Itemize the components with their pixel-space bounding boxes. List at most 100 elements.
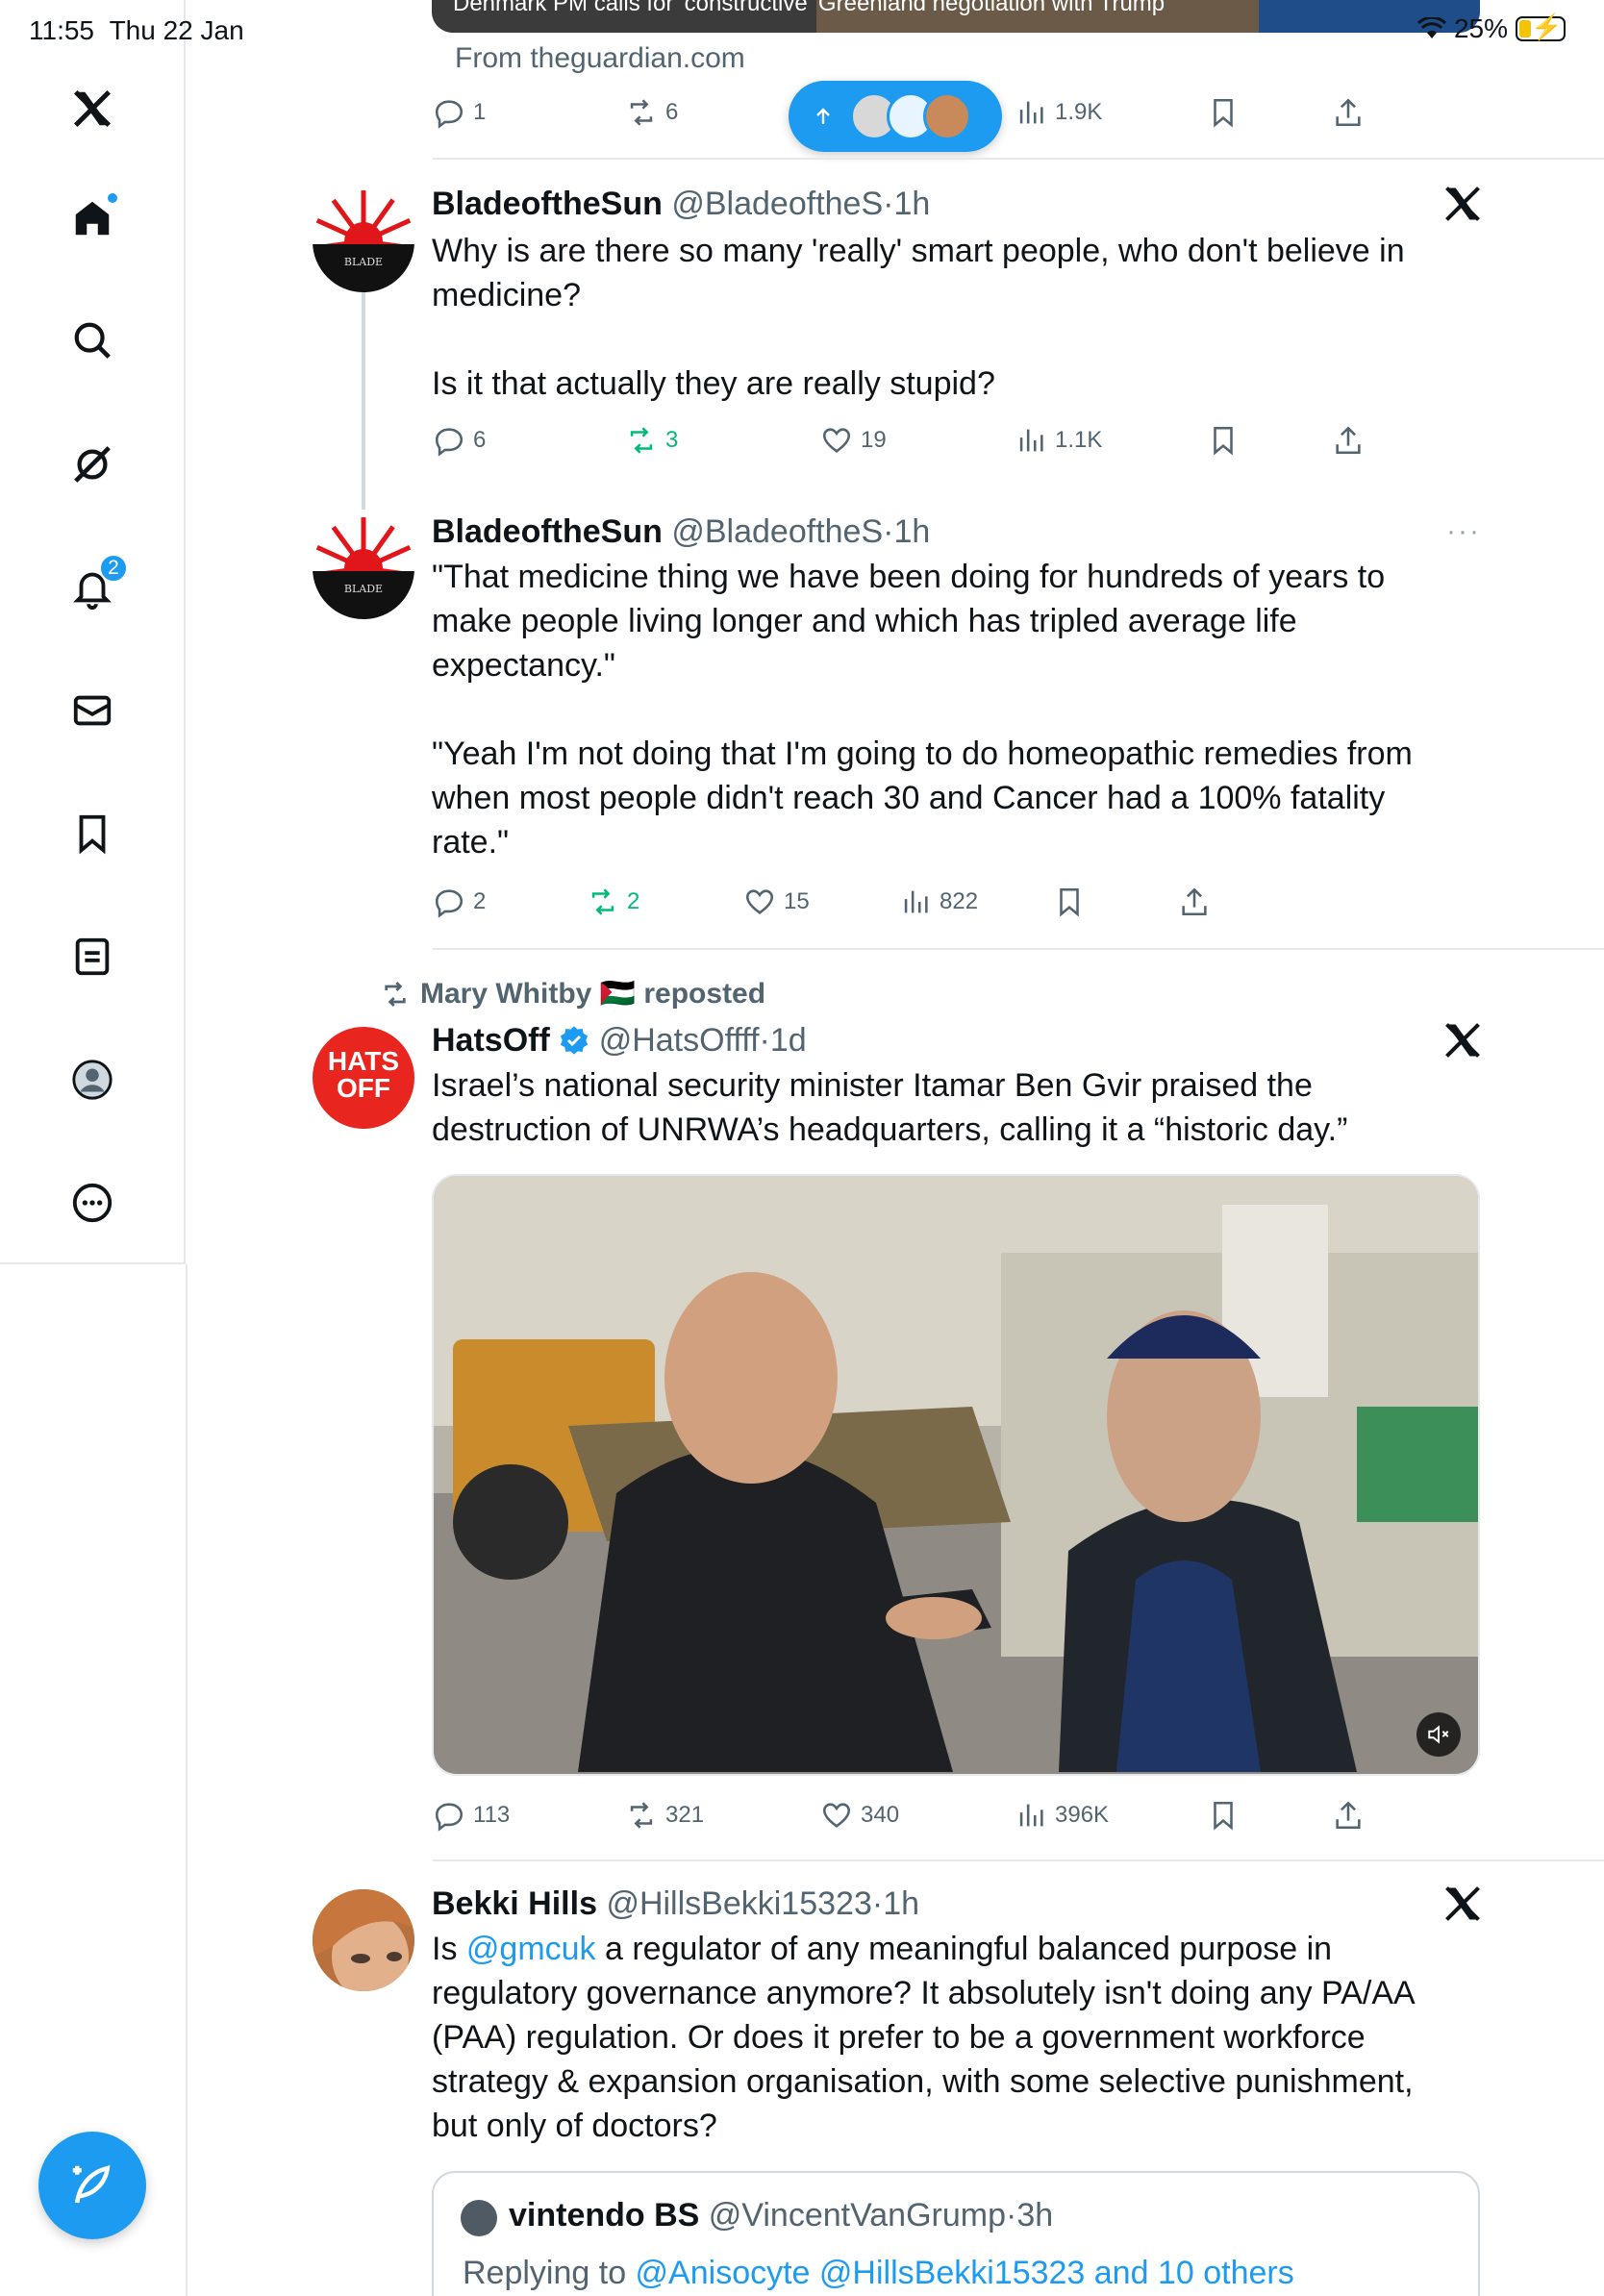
share-button[interactable] (1178, 878, 1211, 926)
views-icon (1019, 101, 1043, 124)
timestamp[interactable]: 1h (893, 186, 930, 222)
timestamp[interactable]: 1h (893, 513, 930, 550)
reply-count: 113 (473, 1802, 511, 1828)
share-icon (1336, 98, 1361, 127)
profile-icon[interactable] (54, 1041, 131, 1118)
avatar[interactable]: BLADE (313, 190, 414, 292)
handle[interactable]: @BladeoftheS (671, 513, 883, 550)
video-player[interactable] (432, 1174, 1480, 1776)
heart-icon (745, 889, 774, 914)
repost-button[interactable]: 2 (587, 878, 639, 926)
list-icon[interactable] (54, 918, 131, 995)
views-button[interactable]: 1.9K (1015, 88, 1102, 137)
bookmark-button[interactable] (1207, 1791, 1240, 1839)
views-button[interactable]: 822 (899, 878, 978, 926)
avatar (461, 2200, 497, 2236)
mention-link[interactable]: @gmcuk (466, 1931, 596, 1967)
avatar[interactable]: HATS OFF (313, 1027, 414, 1129)
display-name[interactable]: BladeoftheSun (432, 186, 663, 222)
reply-button[interactable]: 6 (433, 416, 486, 464)
clock: 11:55 (29, 15, 94, 45)
share-button[interactable] (1332, 416, 1365, 464)
like-button[interactable]: 19 (820, 416, 887, 464)
timestamp[interactable]: 1d (770, 1022, 807, 1059)
more-icon[interactable] (54, 1164, 131, 1241)
quoted-post[interactable]: vintendo BS @VincentVanGrump·3h Replying… (432, 2171, 1480, 2296)
notifications-badge: 2 (99, 554, 128, 583)
reply-count: 1 (473, 99, 487, 125)
battery-percent: 25% (1453, 13, 1508, 43)
share-icon (1336, 1801, 1361, 1830)
repost-button[interactable]: 321 (625, 1791, 704, 1839)
battery-charging-icon: ⚡ (1516, 12, 1566, 41)
reply-button[interactable]: 113 (433, 1791, 510, 1839)
bookmark-icon (1214, 98, 1233, 128)
more-options-icon[interactable]: ··· (1446, 515, 1481, 548)
display-name[interactable]: BladeoftheSun (432, 513, 663, 550)
repost-button[interactable]: 3 (625, 416, 678, 464)
reply-icon (435, 428, 464, 457)
post-text: Is @gmcuk a regulator of any meaningful … (432, 1927, 1451, 2148)
views-count: 1.1K (1055, 427, 1103, 453)
quote-header: vintendo BS @VincentVanGrump·3h (509, 2197, 1054, 2234)
handle[interactable]: @BladeoftheS (671, 186, 883, 222)
home-icon[interactable] (54, 180, 131, 257)
bookmark-button[interactable] (1207, 416, 1240, 464)
timestamp: 3h (1016, 2197, 1054, 2234)
like-count: 19 (861, 427, 887, 453)
replying-to: Replying to @Anisocyte @HillsBekki15323 … (463, 2252, 1294, 2294)
like-count: 340 (861, 1802, 900, 1828)
repost-button[interactable]: 6 (625, 88, 678, 137)
views-button[interactable]: 1.1K (1015, 416, 1102, 464)
envelope-icon[interactable] (54, 672, 131, 749)
x-logo-icon (1445, 1886, 1480, 1921)
sidebar: 2 (0, 0, 186, 1264)
post-paragraph: "Yeah I'm not doing that I'm going to do… (432, 736, 1413, 861)
reply-button[interactable]: 2 (433, 878, 486, 926)
avatar[interactable] (313, 1889, 414, 1991)
avatar[interactable]: BLADE (313, 517, 414, 619)
post-text-part: Is (432, 1931, 466, 1967)
verified-badge-icon (561, 1026, 589, 1055)
share-button[interactable] (1332, 88, 1365, 137)
share-icon (1182, 887, 1207, 916)
mute-button[interactable] (1416, 1712, 1461, 1757)
status-indicators: 25% ⚡ (1416, 12, 1566, 44)
handle[interactable]: @HatsOffff (599, 1022, 760, 1059)
reply-button[interactable]: 1 (433, 88, 486, 137)
repost-icon (630, 1802, 653, 1829)
like-button[interactable]: 15 (743, 878, 810, 926)
post-paragraph: Is it that actually they are really stup… (432, 365, 995, 402)
speaker-muted-icon (1428, 1725, 1449, 1744)
views-count: 396K (1055, 1802, 1110, 1828)
repost-icon (630, 99, 653, 126)
grok-icon[interactable] (54, 426, 131, 503)
bookmark-button[interactable] (1207, 88, 1240, 137)
post-paragraph: Why is are there so many 'really' smart … (432, 233, 1405, 313)
replying-to-links[interactable]: @Anisocyte @HillsBekki15323 and 10 other… (636, 2255, 1294, 2291)
post-text: Why is are there so many 'really' smart … (432, 229, 1441, 406)
handle[interactable]: @HillsBekki15323 (606, 1885, 871, 1922)
repost-indicator[interactable]: Mary Whitby 🇵🇸 reposted (380, 977, 765, 1011)
compose-button[interactable] (38, 2132, 146, 2239)
bookmark-button[interactable] (1053, 878, 1086, 926)
share-button[interactable] (1332, 1791, 1365, 1839)
repost-icon (630, 427, 653, 454)
x-logo-icon (1445, 1023, 1480, 1058)
x-logo-icon[interactable] (54, 70, 131, 147)
display-name[interactable]: HatsOff (432, 1022, 550, 1059)
new-posts-pill[interactable] (789, 81, 1002, 152)
bookmark-icon[interactable] (54, 795, 131, 872)
like-button[interactable]: 340 (820, 1791, 899, 1839)
search-icon[interactable] (54, 302, 131, 379)
repost-count: 321 (665, 1802, 705, 1828)
display-name[interactable]: Bekki Hills (432, 1885, 597, 1922)
video-thumbnail (434, 1176, 1478, 1774)
bell-icon[interactable]: 2 (54, 549, 131, 626)
arrow-up-icon (816, 108, 830, 124)
heart-icon (822, 1803, 851, 1828)
timestamp[interactable]: 1h (883, 1885, 919, 1922)
reply-count: 6 (473, 427, 487, 453)
post-text: Israel’s national security minister Itam… (432, 1067, 1348, 1148)
views-button[interactable]: 396K (1015, 1791, 1109, 1839)
